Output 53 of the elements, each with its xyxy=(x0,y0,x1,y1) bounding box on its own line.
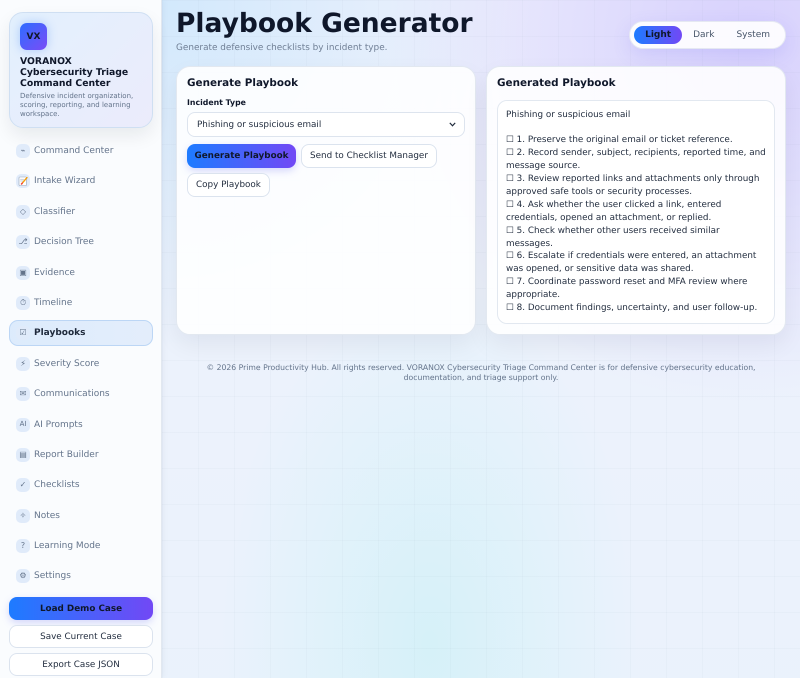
sidebar-nav-item[interactable]: ☑ Playbooks xyxy=(9,320,153,346)
action-button[interactable]: Generate Playbook xyxy=(187,144,296,168)
checklist-item: ☐ 6. Escalate if credentials were entered, an attachment was opened, or sensitive data was shared. xyxy=(506,250,758,276)
checklist-item: ☐ 4. Ask whether the user clicked a link, entered credentials, opened an attachment, or replied. xyxy=(506,198,722,225)
memo-icon xyxy=(16,174,30,188)
logo-badge: VX xyxy=(20,23,47,50)
sidebar-nav-item[interactable]: ✧ Notes xyxy=(9,502,153,529)
gear-icon: ⚙ xyxy=(16,569,30,584)
app-title: VORANOX Cybersecurity Triage Command Center xyxy=(20,56,130,89)
checkbox-icon: ☑ xyxy=(16,326,30,340)
page-subtitle: Generate defensive checklists by incident type. xyxy=(176,42,388,54)
envelope-icon: ✉ xyxy=(16,387,30,402)
action-button[interactable]: Send to Checklist Manager xyxy=(301,144,437,168)
sidebar-nav-item[interactable]: ⌁ Command Center xyxy=(9,138,153,164)
sidebar-nav-item[interactable]: ⏱ Timeline xyxy=(9,290,153,316)
card-title: Generated Playbook xyxy=(497,77,616,90)
checklist-item: ☐ 2. Record sender, subject, recipients, reported time, and message source. xyxy=(506,147,766,174)
sidebar-action-button[interactable]: Save Current Case xyxy=(9,625,153,648)
theme-option[interactable]: System xyxy=(725,26,781,44)
sidebar-nav-item[interactable]: ◇ Classifier xyxy=(9,198,153,225)
sparkle-icon: ✧ xyxy=(16,508,30,523)
sidebar-nav-item[interactable]: ? Learning Mode xyxy=(9,533,153,560)
sidebar-nav-item[interactable]: ▣ Evidence xyxy=(9,260,153,286)
sidebar-nav-item[interactable]: ⚡ Severity Score xyxy=(9,350,153,377)
checklist-item: ☐ 5. Check whether other users received similar messages. xyxy=(506,224,721,250)
theme-option[interactable]: Dark xyxy=(682,26,726,44)
sidebar-nav-item[interactable]: Intake Wizard xyxy=(9,168,153,194)
question-icon: ? xyxy=(16,539,30,554)
branch-icon: ⎇ xyxy=(16,235,30,250)
card-title: Generate Playbook xyxy=(187,77,300,90)
stopwatch-icon: ⏱ xyxy=(16,296,30,310)
lightning-icon: ⚡ xyxy=(16,356,30,371)
zigzag-icon: ⌁ xyxy=(16,144,30,158)
page-title: Playbook Generator xyxy=(176,8,473,40)
list-icon: ▤ xyxy=(16,448,30,462)
sidebar-nav-item[interactable]: ⚙ Settings xyxy=(9,563,153,590)
checklist-item: ☐ 1. Preserve the original email or ticket reference. xyxy=(506,134,734,148)
sidebar-action-button[interactable]: Load Demo Case xyxy=(9,597,153,620)
sidebar-action-button[interactable]: Export Case JSON xyxy=(9,653,153,676)
sidebar-nav-item[interactable]: ⎇ Decision Tree xyxy=(9,229,153,256)
sidebar-nav-item[interactable]: ✓ Checklists xyxy=(9,472,153,498)
playbook-heading: Phishing or suspicious email xyxy=(506,108,632,122)
sidebar-nav-item[interactable]: ✉ Communications xyxy=(9,381,153,408)
action-button[interactable]: Copy Playbook xyxy=(187,173,270,197)
theme-option[interactable]: Light xyxy=(634,26,682,44)
checklist-item: ☐ 8. Document findings, uncertainty, and user follow-up. xyxy=(506,302,758,315)
diamond-icon: ◇ xyxy=(16,204,30,219)
checkmark-icon: ✓ xyxy=(16,478,30,492)
chevron-down-icon xyxy=(449,122,456,127)
sidebar-nav-item[interactable]: ▤ Report Builder xyxy=(9,442,153,468)
checklist-item: ☐ 3. Review reported links and attachments only through approved safe tools or security processes. xyxy=(506,173,760,199)
incident-type-select[interactable]: Phishing or suspicious email xyxy=(187,112,465,137)
checklist-item: ☐ 7. Coordinate password reset and MFA review where appropriate. xyxy=(506,276,748,302)
